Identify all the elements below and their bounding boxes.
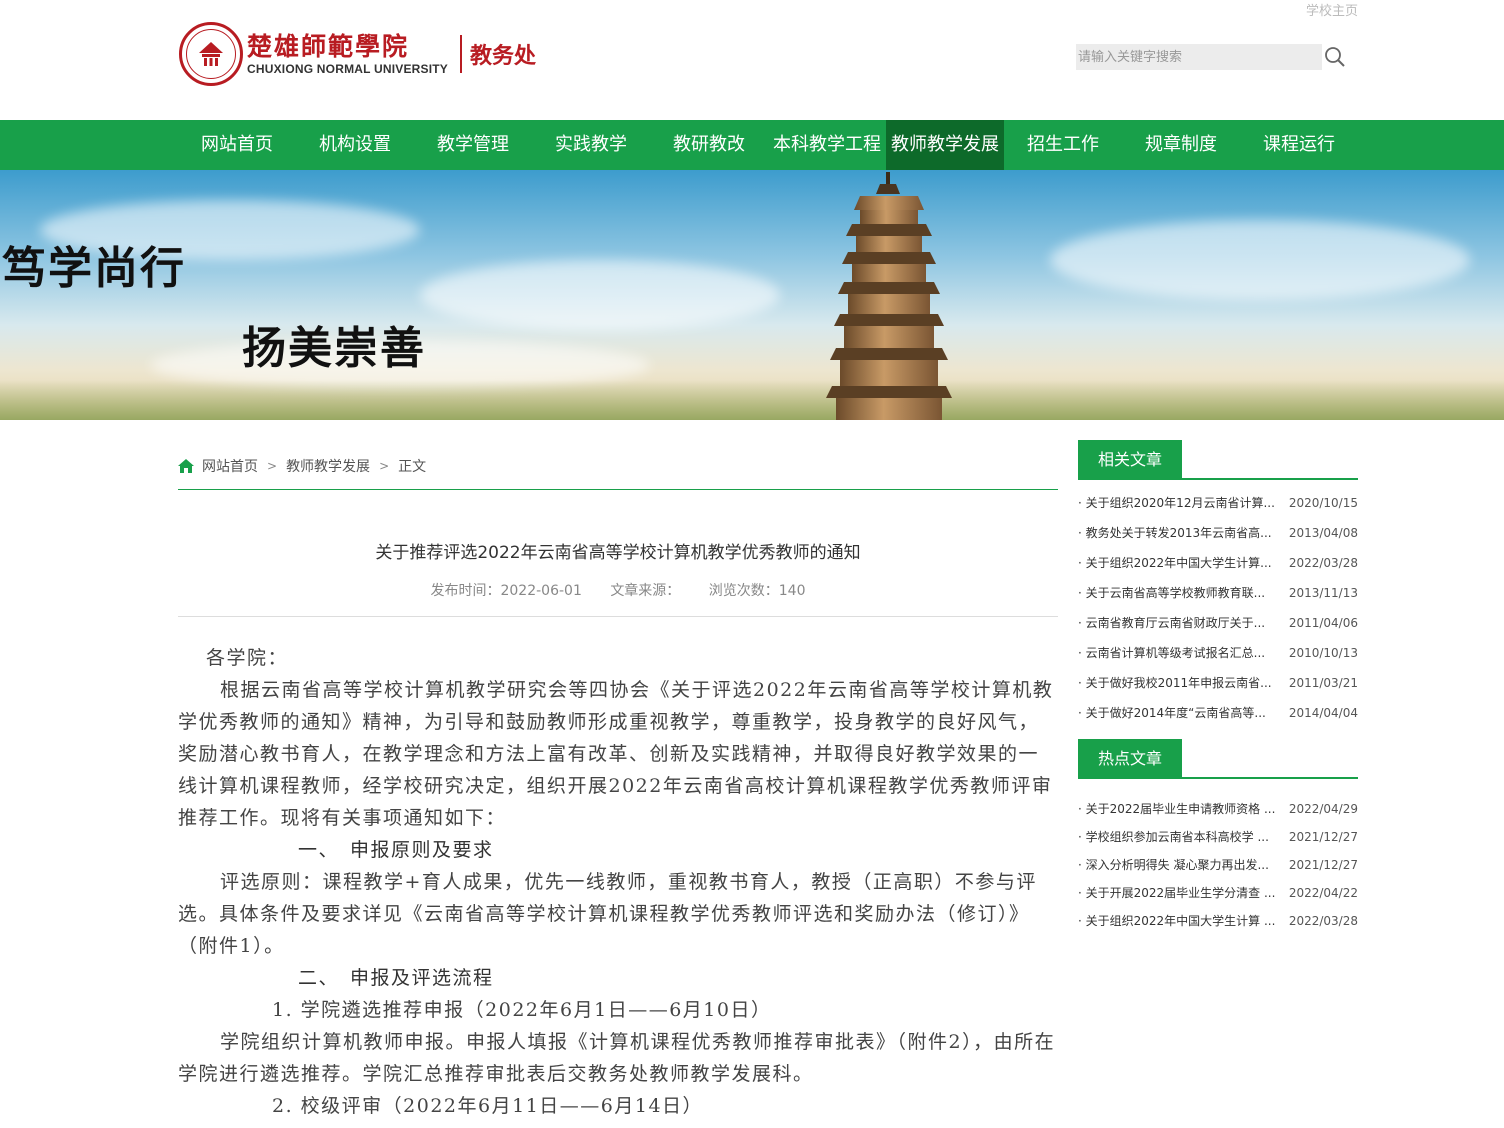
meta-divider <box>178 616 1058 617</box>
list-item-title: · 学校组织参加云南省本科高校学 ... <box>1078 830 1269 844</box>
article-body: 各学院： 根据云南省高等学校计算机教学研究会等四协会《关于评选2022年云南省高… <box>178 642 1058 1122</box>
school-home-link[interactable]: 学校主页 <box>1306 0 1358 19</box>
list-item[interactable]: · 云南省计算机等级考试报名汇总... 2010/10/13 <box>1078 638 1358 668</box>
nav-undergraduate-project[interactable]: 本科教学工程 <box>768 120 886 170</box>
article-source: 文章来源： <box>610 583 681 599</box>
list-item-date: 2014/04/04 <box>1288 706 1358 720</box>
nav-teacher-development[interactable]: 教师教学发展 <box>886 120 1004 170</box>
list-item[interactable]: · 教务处关于转发2013年云南省高... 2013/04/08 <box>1078 518 1358 548</box>
section-heading-2: 二、 申报及评选流程 <box>298 967 494 989</box>
nav-course-operation[interactable]: 课程运行 <box>1240 120 1358 170</box>
department-name: 教务处 <box>470 44 537 69</box>
breadcrumb: 网站首页 > 教师教学发展 > 正文 <box>178 456 426 476</box>
paragraph-intro: 根据云南省高等学校计算机教学研究会等四协会《关于评选2022年云南省高等学校计算… <box>178 679 1054 829</box>
list-item-title: · 关于做好2014年度“云南省高等... <box>1078 706 1266 720</box>
search-button[interactable] <box>1322 44 1348 70</box>
list-item[interactable]: · 关于组织2022年中国大学生计算... 2022/03/28 <box>1078 548 1358 578</box>
list-item-date: 2020/10/15 <box>1288 496 1358 510</box>
related-heading: 相关文章 <box>1078 440 1183 480</box>
list-item[interactable]: · 深入分析明得失 凝心聚力再出发... 2021/12/27 <box>1078 851 1358 879</box>
publish-time: 发布时间：2022-06-01 <box>430 583 582 599</box>
list-item-title: · 关于2022届毕业生申请教师资格 ... <box>1078 802 1276 816</box>
list-item-title: · 教务处关于转发2013年云南省高... <box>1078 526 1272 540</box>
list-item[interactable]: · 关于做好2014年度“云南省高等... 2014/04/04 <box>1078 698 1358 728</box>
list-item-title: · 云南省计算机等级考试报名汇总... <box>1078 646 1266 660</box>
logo[interactable]: 楚雄師範學院 CHUXIONG NORMAL UNIVERSITY 教务处 <box>179 22 536 86</box>
nav-teaching-reform[interactable]: 教研教改 <box>650 120 768 170</box>
banner: 笃学尚行 扬美崇善 <box>0 170 1504 420</box>
search-icon <box>1325 47 1345 67</box>
list-item-date: 2022/04/22 <box>1288 886 1358 900</box>
header: 学校主页 楚雄師範學院 CHUXIONG NORMAL UNIVERSITY 教… <box>0 0 1504 120</box>
university-seal-icon <box>179 22 243 86</box>
list-item-title: · 关于云南省高等学校教师教育联... <box>1078 586 1266 600</box>
logo-divider <box>460 35 462 73</box>
nav-organization[interactable]: 机构设置 <box>296 120 414 170</box>
list-item[interactable]: · 关于做好我校2011年申报云南省... 2011/03/21 <box>1078 668 1358 698</box>
list-item-title: · 关于组织2022年中国大学生计算 ... <box>1078 914 1276 928</box>
list-item[interactable]: · 云南省教育厅云南省财政厅关于... 2011/04/06 <box>1078 608 1358 638</box>
pagoda-image <box>826 172 952 420</box>
list-item-title: · 深入分析明得失 凝心聚力再出发... <box>1078 858 1269 872</box>
nav-admissions[interactable]: 招生工作 <box>1004 120 1122 170</box>
list-item[interactable]: · 关于组织2020年12月云南省计算... 2020/10/15 <box>1078 488 1358 518</box>
list-item-date: 2021/12/27 <box>1288 858 1358 872</box>
list-item-title: · 关于组织2020年12月云南省计算... <box>1078 496 1275 510</box>
paragraph-principles: 评选原则：课程教学+育人成果，优先一线教师，重视教书育人，教授（正高职）不参与评… <box>178 871 1037 957</box>
list-item-date: 2011/04/06 <box>1288 616 1358 630</box>
banner-slogan-1: 笃学尚行 <box>2 243 186 294</box>
home-icon <box>178 459 194 473</box>
paragraph-college-apply: 学院组织计算机教师申报。申报人填报《计算机课程优秀教师推荐审批表》（附件2），由… <box>178 1031 1056 1085</box>
list-item[interactable]: · 关于组织2022年中国大学生计算 ... 2022/03/28 <box>1078 907 1358 935</box>
list-item-title: · 关于组织2022年中国大学生计算... <box>1078 556 1272 570</box>
nav-regulations[interactable]: 规章制度 <box>1122 120 1240 170</box>
chevron-right-icon: > <box>379 459 390 473</box>
main-nav: 网站首页 机构设置 教学管理 实践教学 教研教改 本科教学工程 教师教学发展 招… <box>0 120 1504 170</box>
breadcrumb-home[interactable]: 网站首页 <box>202 456 258 476</box>
list-item-date: 2013/11/13 <box>1288 586 1358 600</box>
chevron-right-icon: > <box>267 459 278 473</box>
nav-home[interactable]: 网站首页 <box>178 120 296 170</box>
list-item-title: · 关于开展2022届毕业生学分清查 ... <box>1078 886 1276 900</box>
list-item-date: 2022/03/28 <box>1288 914 1358 928</box>
list-item-date: 2022/03/28 <box>1288 556 1358 570</box>
breadcrumb-divider <box>178 489 1058 490</box>
list-item-title: · 云南省教育厅云南省财政厅关于... <box>1078 616 1266 630</box>
logo-english-name: CHUXIONG NORMAL UNIVERSITY <box>247 62 448 76</box>
list-item-date: 2013/04/08 <box>1288 526 1358 540</box>
breadcrumb-section[interactable]: 教师教学发展 <box>286 456 370 476</box>
list-item-date: 2021/12/27 <box>1288 830 1358 844</box>
main-content: 网站首页 > 教师教学发展 > 正文 关于推荐评选2022年云南省高等学校计算机… <box>0 420 1504 1128</box>
step-2-heading: 2. 校级评审（2022年6月11日——6月14日） <box>272 1095 704 1117</box>
article-meta: 发布时间：2022-06-01 文章来源： 浏览次数：140 <box>178 580 1058 600</box>
related-articles: 相关文章 · 关于组织2020年12月云南省计算... 2020/10/15 · … <box>1078 440 1358 728</box>
view-count: 浏览次数：140 <box>708 583 806 599</box>
nav-teaching-management[interactable]: 教学管理 <box>414 120 532 170</box>
list-item[interactable]: · 关于开展2022届毕业生学分清查 ... 2022/04/22 <box>1078 879 1358 907</box>
hot-heading: 热点文章 <box>1078 739 1183 779</box>
list-item[interactable]: · 学校组织参加云南省本科高校学 ... 2021/12/27 <box>1078 823 1358 851</box>
search-input[interactable] <box>1076 44 1322 70</box>
step-1-heading: 1. 学院遴选推荐申报（2022年6月1日——6月10日） <box>272 999 772 1021</box>
paragraph-salutation: 各学院： <box>206 647 289 669</box>
hot-articles: 热点文章 · 关于2022届毕业生申请教师资格 ... 2022/04/29 · … <box>1078 739 1358 935</box>
list-item-date: 2010/10/13 <box>1288 646 1358 660</box>
banner-slogan-2: 扬美崇善 <box>242 323 426 374</box>
list-item[interactable]: · 关于2022届毕业生申请教师资格 ... 2022/04/29 <box>1078 795 1358 823</box>
section-heading-1: 一、 申报原则及要求 <box>298 839 494 861</box>
article-title: 关于推荐评选2022年云南省高等学校计算机教学优秀教师的通知 <box>375 543 861 563</box>
list-item[interactable]: · 关于云南省高等学校教师教育联... 2013/11/13 <box>1078 578 1358 608</box>
breadcrumb-current: 正文 <box>398 459 427 475</box>
list-item-title: · 关于做好我校2011年申报云南省... <box>1078 676 1272 690</box>
list-item-date: 2011/03/21 <box>1288 676 1358 690</box>
logo-chinese-name: 楚雄師範學院 <box>247 32 410 61</box>
nav-practical-teaching[interactable]: 实践教学 <box>532 120 650 170</box>
list-item-date: 2022/04/29 <box>1288 802 1358 816</box>
